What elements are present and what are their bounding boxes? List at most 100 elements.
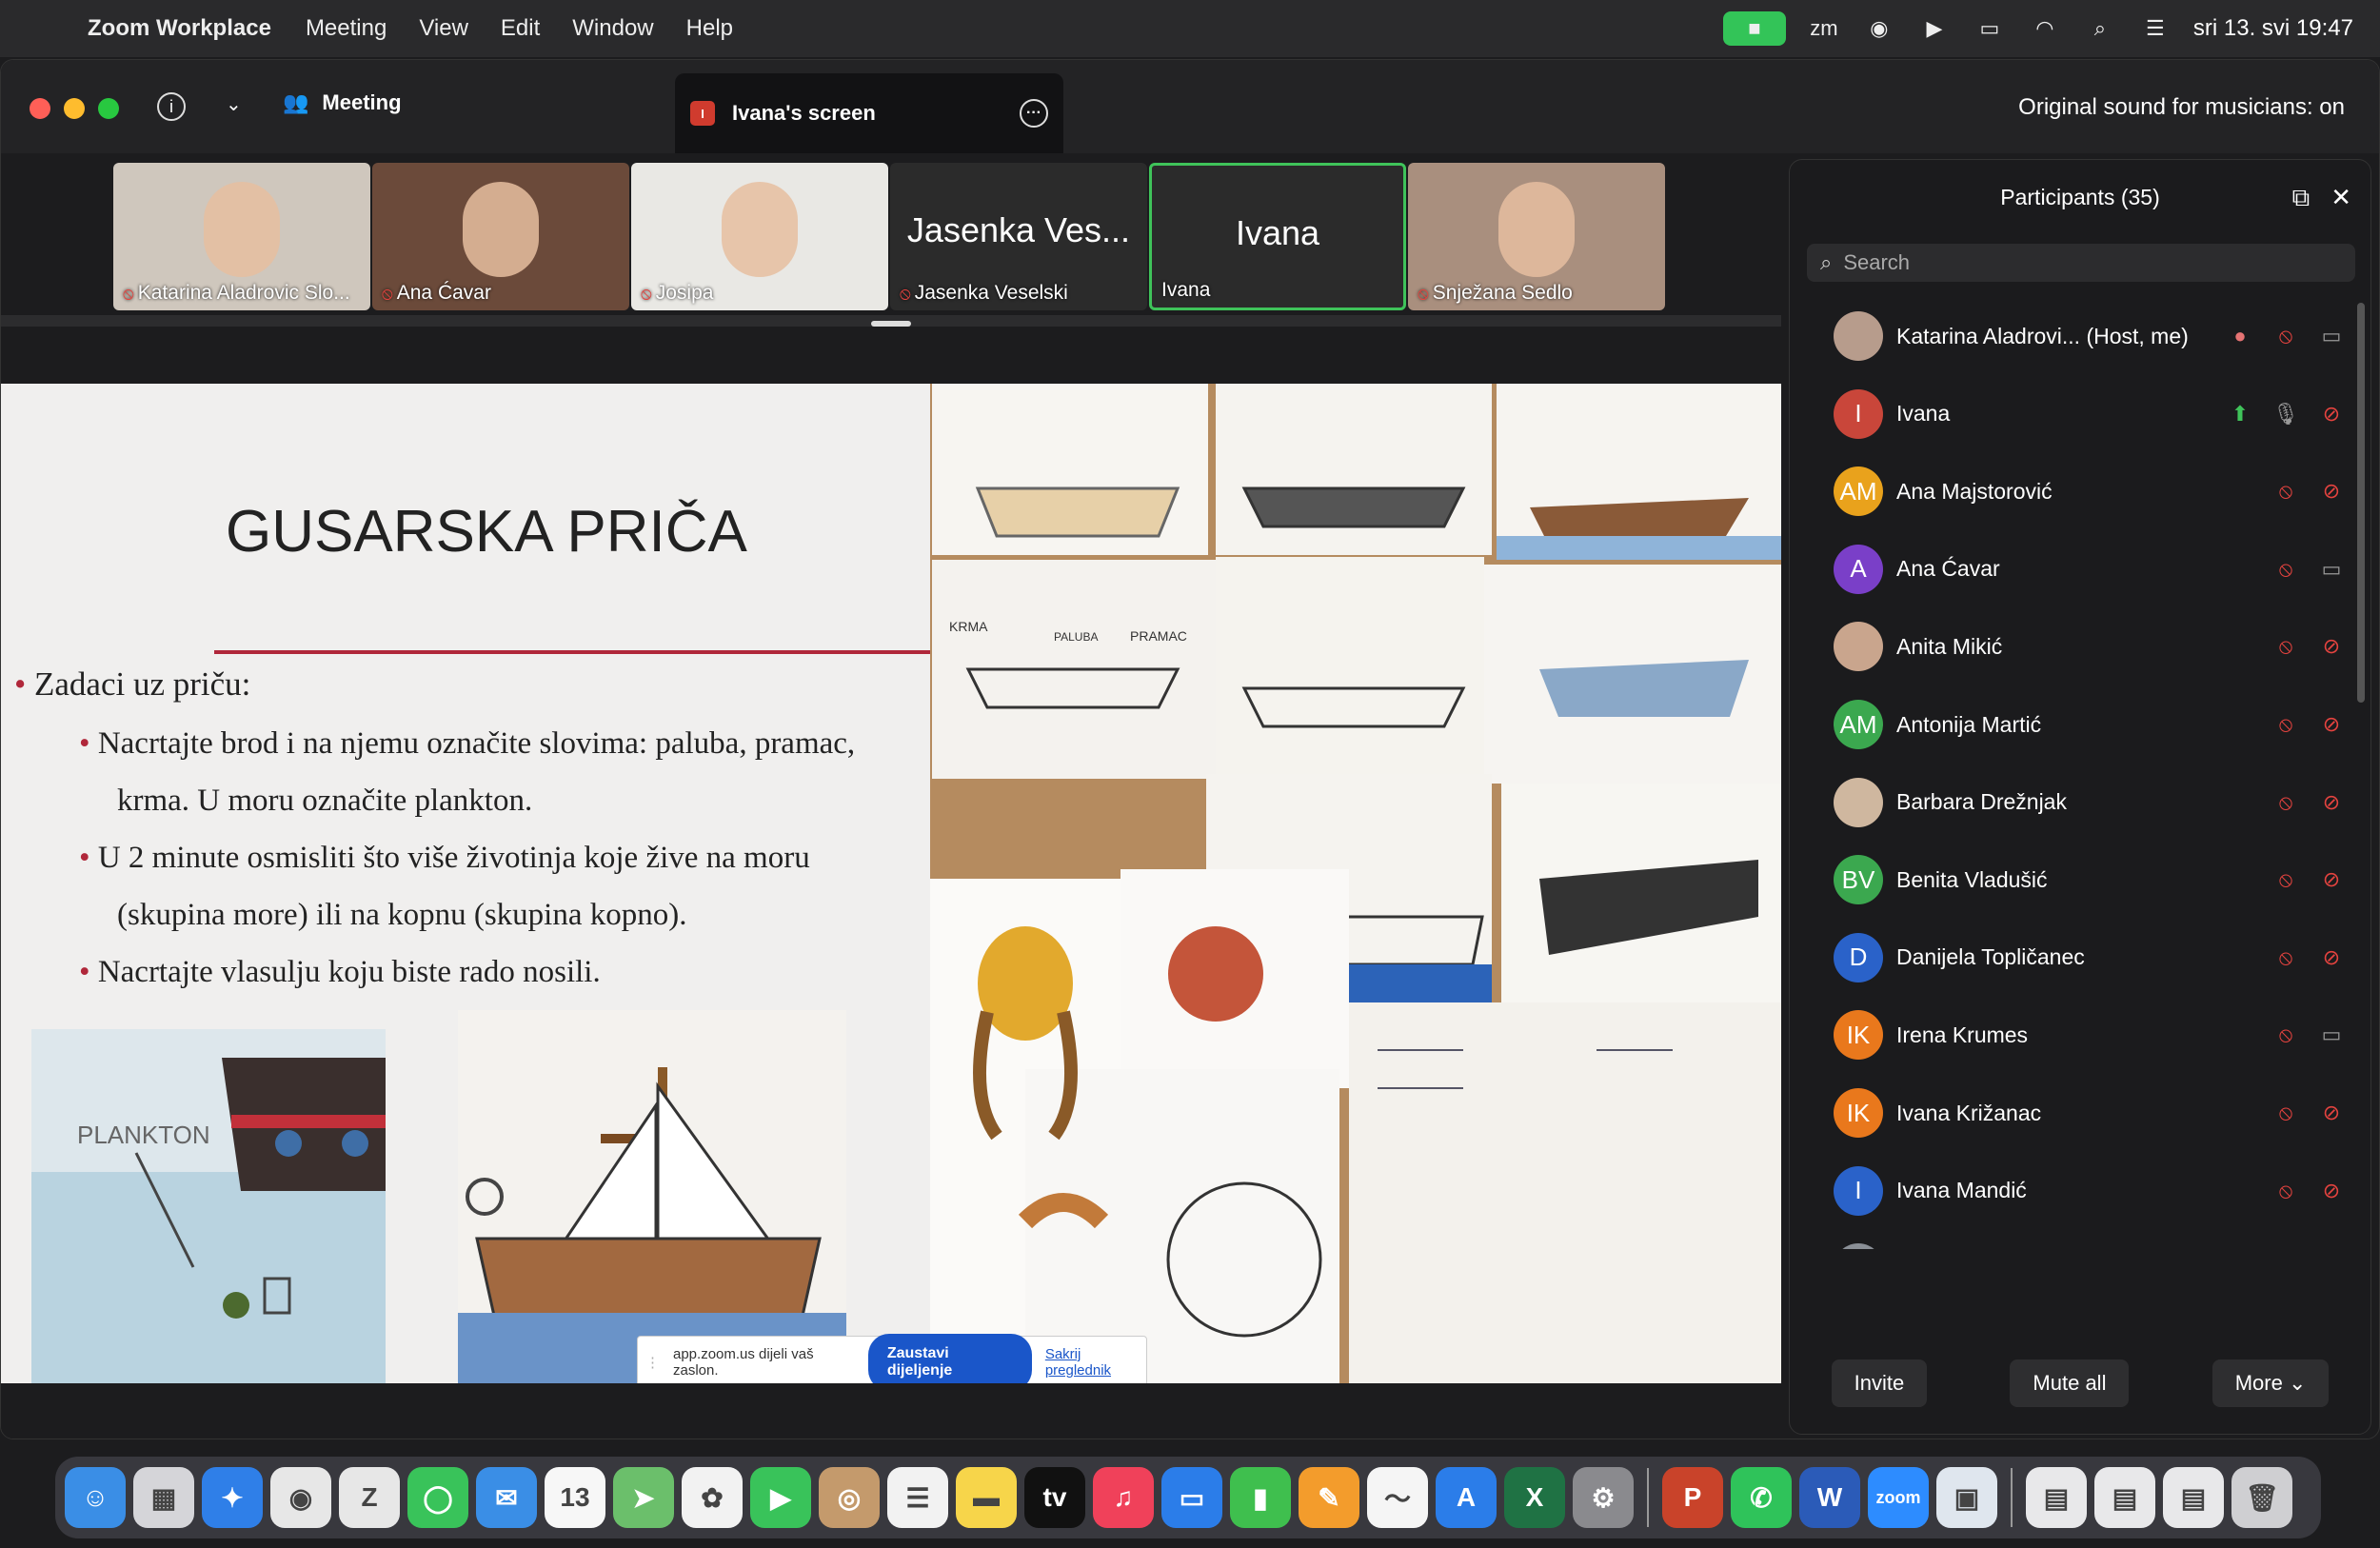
- participant-row[interactable]: IK Irena Krumes ⦸ ▭: [1834, 996, 2348, 1074]
- muted-mic-icon[interactable]: ⦸: [2270, 1179, 2302, 1203]
- muted-mic-icon[interactable]: ⦸: [2270, 945, 2302, 970]
- muted-mic-icon[interactable]: ⦸: [2270, 634, 2302, 659]
- muted-mic-icon[interactable]: ⦸: [2270, 1022, 2302, 1047]
- menubar-clock[interactable]: sri 13. svi 19:47: [2193, 15, 2353, 42]
- camera-icon[interactable]: ▭: [2315, 324, 2348, 348]
- reminders-icon[interactable]: ☰: [887, 1467, 948, 1528]
- launchpad-icon[interactable]: ▦: [133, 1467, 194, 1528]
- hide-banner-link[interactable]: Sakrij preglednik: [1045, 1346, 1146, 1379]
- app-store-icon[interactable]: A: [1436, 1467, 1497, 1528]
- camera-off-icon[interactable]: ⊘: [2315, 634, 2348, 659]
- camera-off-icon[interactable]: ⊘: [2315, 402, 2348, 427]
- search-input[interactable]: ⌕ Search: [1807, 244, 2355, 282]
- chevron-down-icon[interactable]: ⌄: [226, 92, 242, 116]
- invite-button[interactable]: Invite: [1831, 1359, 1928, 1407]
- mic-icon[interactable]: 🎙: [2270, 402, 2302, 427]
- recent-window-icon[interactable]: ▤: [2094, 1467, 2155, 1528]
- battery-icon[interactable]: ▭: [1973, 15, 2007, 42]
- menu-edit[interactable]: Edit: [501, 15, 540, 42]
- tab-shared-screen[interactable]: I Ivana's screen ···: [675, 73, 1063, 153]
- zm-icon[interactable]: zm: [1807, 15, 1841, 42]
- maps-icon[interactable]: ➤: [613, 1467, 674, 1528]
- video-tile[interactable]: ⦸ Katarina Aladrovic Slo...: [113, 163, 370, 310]
- app-menu[interactable]: Zoom Workplace: [88, 15, 271, 42]
- participant-row[interactable]: BV Benita Vladušić ⦸ ⊘: [1834, 841, 2348, 919]
- video-tile[interactable]: Jasenka Ves... ⦸ Jasenka Veselski: [890, 163, 1147, 310]
- recent-window-icon[interactable]: ▤: [2026, 1467, 2087, 1528]
- zoom-window-button[interactable]: [98, 98, 119, 119]
- camera-off-icon[interactable]: ⊘: [2315, 1101, 2348, 1125]
- radio-icon[interactable]: ◉: [1862, 15, 1896, 42]
- camera-off-icon[interactable]: ⊘: [2315, 945, 2348, 970]
- camera-off-icon[interactable]: ⊘: [2315, 1179, 2348, 1203]
- excel-icon[interactable]: X: [1504, 1467, 1565, 1528]
- spotlight-icon[interactable]: ⌕: [2083, 15, 2117, 42]
- participant-row[interactable]: Anita Mikić ⦸ ⊘: [1834, 607, 2348, 685]
- photos-icon[interactable]: ✿: [682, 1467, 743, 1528]
- menu-window[interactable]: Window: [572, 15, 653, 42]
- freeform-icon[interactable]: 〜: [1367, 1467, 1428, 1528]
- pop-out-icon[interactable]: ⧉: [2292, 183, 2311, 213]
- participant-row[interactable]: Ivana Mršić⦸⊘: [1834, 1229, 2348, 1249]
- participant-row[interactable]: I Ivana Mandić ⦸ ⊘: [1834, 1152, 2348, 1230]
- facetime-icon[interactable]: ▶: [750, 1467, 811, 1528]
- menu-meeting[interactable]: Meeting: [306, 15, 387, 42]
- tab-meeting[interactable]: 👥 Meeting: [283, 90, 402, 115]
- zoom-icon[interactable]: zoom: [1868, 1467, 1929, 1528]
- participant-row[interactable]: A Ana Ćavar ⦸ ▭: [1834, 530, 2348, 608]
- pages-icon[interactable]: ✎: [1299, 1467, 1359, 1528]
- calendar-icon[interactable]: 13: [545, 1467, 605, 1528]
- scrollbar[interactable]: [2357, 303, 2365, 703]
- participant-row[interactable]: I Ivana ⬆ 🎙 ⊘: [1834, 375, 2348, 453]
- participant-row[interactable]: AM Ana Majstorović ⦸ ⊘: [1834, 452, 2348, 530]
- zotero-icon[interactable]: Z: [339, 1467, 400, 1528]
- recent-window-icon[interactable]: ▤: [2163, 1467, 2224, 1528]
- video-tile[interactable]: ⦸ Snježana Sedlo: [1408, 163, 1665, 310]
- contacts-icon[interactable]: ◎: [819, 1467, 880, 1528]
- safari-icon[interactable]: ✦: [202, 1467, 263, 1528]
- play-icon[interactable]: ▶: [1917, 15, 1952, 42]
- close-window-button[interactable]: [30, 98, 50, 119]
- camera-off-icon[interactable]: ⊘: [2315, 867, 2348, 892]
- close-icon[interactable]: ✕: [2330, 183, 2351, 213]
- chrome-icon[interactable]: ◉: [270, 1467, 331, 1528]
- more-options-icon[interactable]: ···: [1020, 99, 1048, 128]
- camera-off-icon[interactable]: ⊘: [2315, 712, 2348, 737]
- menu-view[interactable]: View: [419, 15, 468, 42]
- preview-icon[interactable]: ▣: [1936, 1467, 1997, 1528]
- muted-mic-icon[interactable]: ⦸: [2270, 790, 2302, 815]
- stop-sharing-button[interactable]: Zaustavi dijeljenje: [867, 1334, 1032, 1383]
- participant-row[interactable]: D Danijela Topličanec ⦸ ⊘: [1834, 919, 2348, 997]
- menu-help[interactable]: Help: [686, 15, 733, 42]
- participant-row[interactable]: IK Ivana Križanac ⦸ ⊘: [1834, 1074, 2348, 1152]
- music-icon[interactable]: ♫: [1093, 1467, 1154, 1528]
- zoom-camera-icon[interactable]: ■: [1722, 11, 1786, 46]
- more-button[interactable]: More ⌄: [2211, 1359, 2330, 1407]
- muted-mic-icon[interactable]: ⦸: [2270, 324, 2302, 348]
- camera-off-icon[interactable]: ⊘: [2315, 479, 2348, 504]
- wifi-icon[interactable]: ◠: [2028, 15, 2062, 42]
- system-settings-icon[interactable]: ⚙: [1573, 1467, 1634, 1528]
- numbers-icon[interactable]: ▮: [1230, 1467, 1291, 1528]
- participant-row[interactable]: Katarina Aladrovi... (Host, me) ● ⦸ ▭: [1834, 297, 2348, 375]
- control-center-icon[interactable]: ☰: [2138, 15, 2172, 42]
- info-icon[interactable]: i: [157, 92, 186, 121]
- original-sound-status[interactable]: Original sound for musicians: on: [2018, 94, 2345, 121]
- muted-mic-icon[interactable]: ⦸: [2270, 479, 2302, 504]
- camera-off-icon[interactable]: ⊘: [2315, 790, 2348, 815]
- minimize-window-button[interactable]: [64, 98, 85, 119]
- video-tile[interactable]: ⦸ Ana Ćavar: [372, 163, 629, 310]
- trash-icon[interactable]: 🗑: [2231, 1467, 2292, 1528]
- messages-icon[interactable]: ◯: [407, 1467, 468, 1528]
- muted-mic-icon[interactable]: ⦸: [2270, 712, 2302, 737]
- whatsapp-icon[interactable]: ✆: [1731, 1467, 1792, 1528]
- participant-row[interactable]: Barbara Drežnjak ⦸ ⊘: [1834, 764, 2348, 842]
- participant-row[interactable]: AM Antonija Martić ⦸ ⊘: [1834, 685, 2348, 764]
- apple-tv-icon[interactable]: tv: [1024, 1467, 1085, 1528]
- word-icon[interactable]: W: [1799, 1467, 1860, 1528]
- camera-icon[interactable]: ▭: [2315, 1022, 2348, 1047]
- muted-mic-icon[interactable]: ⦸: [2270, 557, 2302, 582]
- notes-icon[interactable]: ▬: [956, 1467, 1017, 1528]
- finder-icon[interactable]: ☺: [65, 1467, 126, 1528]
- muted-mic-icon[interactable]: ⦸: [2270, 1101, 2302, 1125]
